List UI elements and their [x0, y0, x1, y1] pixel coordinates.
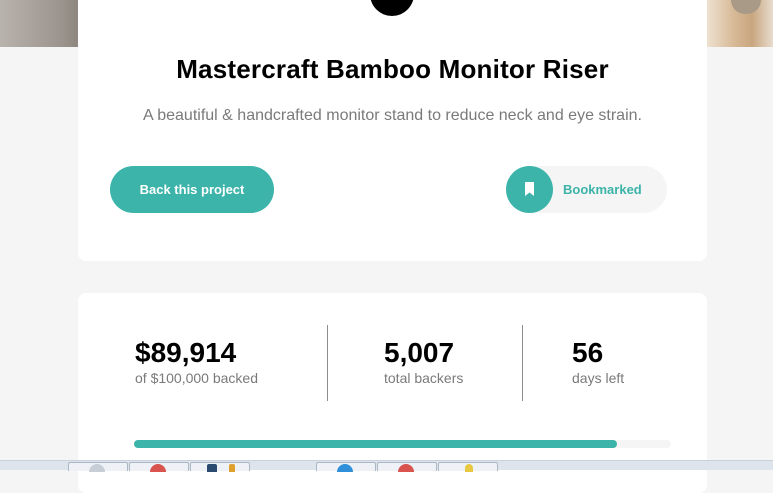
- app-icon: [337, 464, 353, 472]
- stat-days: 56 days left: [572, 337, 624, 386]
- taskbar-button[interactable]: [129, 462, 189, 472]
- stat-divider: [327, 325, 328, 401]
- back-project-button[interactable]: Back this project: [110, 166, 274, 213]
- app-icon: [207, 464, 217, 472]
- amount-backed-label: of $100,000 backed: [135, 370, 258, 386]
- funding-progress-fill: [134, 440, 617, 448]
- app-icon: [229, 464, 235, 472]
- amount-backed: $89,914: [135, 337, 237, 368]
- project-title: Mastercraft Bamboo Monitor Riser: [176, 54, 609, 84]
- total-backers: 5,007: [384, 337, 455, 368]
- project-card: Mastercraft Bamboo Monitor Riser A beaut…: [78, 0, 707, 261]
- app-icon: [398, 464, 414, 472]
- app-icon: [150, 464, 166, 472]
- taskbar-button[interactable]: [190, 462, 250, 472]
- taskbar-button[interactable]: [316, 462, 376, 472]
- app-icon: [465, 464, 473, 472]
- bookmark-button[interactable]: Bookmarked: [506, 166, 667, 213]
- logo-icon: [370, 0, 414, 16]
- days-left: 56: [572, 337, 604, 368]
- taskbar-button[interactable]: [68, 462, 128, 472]
- project-description: A beautiful & handcrafted monitor stand …: [143, 107, 642, 124]
- stat-divider: [522, 325, 523, 401]
- stat-amount: $89,914 of $100,000 backed: [135, 337, 258, 386]
- taskbar-button[interactable]: [377, 462, 437, 472]
- total-backers-label: total backers: [384, 370, 464, 386]
- app-icon: [89, 464, 105, 472]
- back-project-label: Back this project: [139, 182, 245, 197]
- funding-progress-bar: [134, 440, 671, 448]
- taskbar-button[interactable]: [438, 462, 498, 472]
- days-left-label: days left: [572, 370, 625, 386]
- stat-backers: 5,007 total backers: [384, 337, 463, 386]
- bookmark-icon: [506, 166, 553, 213]
- bookmark-label: Bookmarked: [563, 182, 642, 197]
- hero-image-detail: [703, 0, 773, 47]
